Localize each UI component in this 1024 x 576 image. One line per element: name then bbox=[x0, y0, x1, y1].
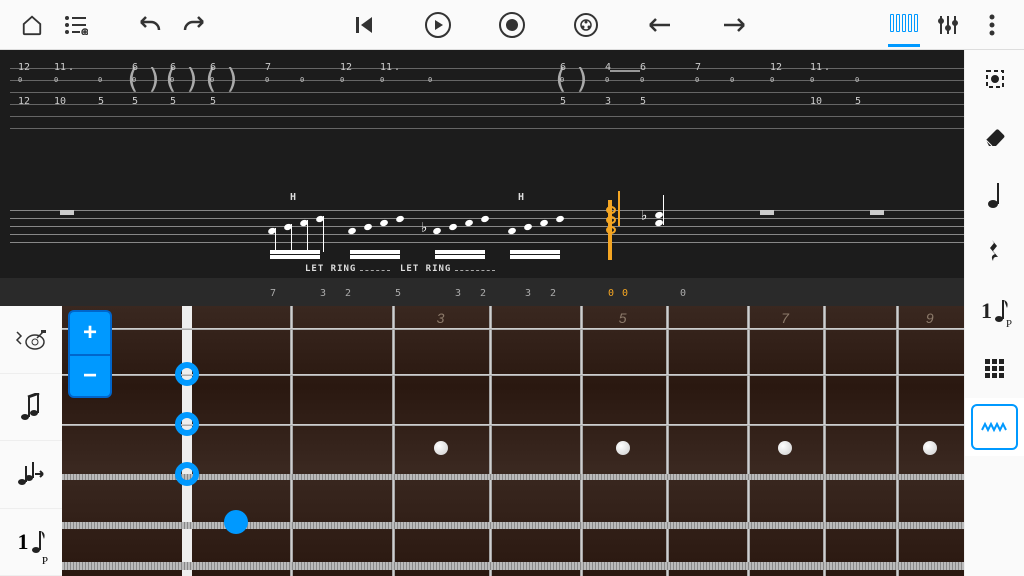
hammer-on-mark: H bbox=[290, 192, 296, 203]
fretboard-panel: + − 1 P 3579 bbox=[0, 306, 964, 576]
duration-1p-tool[interactable]: 1 P bbox=[965, 282, 1024, 340]
zoom-out-button[interactable]: − bbox=[68, 354, 112, 398]
fretboard-tools: + − 1 P bbox=[0, 306, 62, 576]
mixer-button[interactable] bbox=[926, 3, 970, 47]
nav-left-button[interactable] bbox=[638, 3, 682, 47]
nav-right-button[interactable] bbox=[712, 3, 756, 47]
tracks-button[interactable] bbox=[54, 3, 98, 47]
right-rail: 1 P bbox=[964, 50, 1024, 576]
eraser-icon bbox=[982, 126, 1008, 148]
prev-button[interactable] bbox=[342, 3, 386, 47]
wave-icon bbox=[981, 420, 1009, 434]
strum-icon bbox=[17, 460, 45, 488]
whole-rest bbox=[60, 210, 74, 215]
selection-tool[interactable] bbox=[965, 50, 1024, 108]
grid-icon bbox=[984, 358, 1006, 380]
undo-button[interactable] bbox=[128, 3, 172, 47]
piano-view-button[interactable] bbox=[882, 3, 926, 47]
top-toolbar bbox=[0, 0, 1024, 50]
note-icon bbox=[987, 181, 1003, 209]
score-panel[interactable]: 1201211.01005()605()605()60570012011.00(… bbox=[0, 50, 964, 306]
let-ring-label: LET RING bbox=[305, 264, 356, 274]
let-ring-label: LET RING bbox=[400, 264, 451, 274]
play-button[interactable] bbox=[416, 3, 460, 47]
whole-rest bbox=[870, 210, 884, 215]
note-tool[interactable] bbox=[965, 166, 1024, 224]
guitar-icon bbox=[15, 326, 47, 352]
chord-tool[interactable] bbox=[0, 374, 62, 442]
fretboard[interactable]: 3579 bbox=[62, 306, 964, 576]
piano-icon bbox=[889, 14, 919, 32]
guitar-tool[interactable]: + − bbox=[0, 306, 62, 374]
zoom-controls: + − bbox=[68, 310, 112, 398]
eraser-tool[interactable] bbox=[965, 108, 1024, 166]
tremolo-tool[interactable] bbox=[965, 398, 1024, 456]
hammer-on-mark: H bbox=[518, 192, 524, 203]
grid-tool[interactable] bbox=[965, 340, 1024, 398]
chord-highlight bbox=[606, 206, 616, 234]
menu-button[interactable] bbox=[970, 3, 1014, 47]
zoom-in-button[interactable]: + bbox=[68, 310, 112, 354]
strum-tool[interactable] bbox=[0, 441, 62, 509]
target-icon bbox=[983, 67, 1007, 91]
metronome-button[interactable] bbox=[564, 3, 608, 47]
whole-rest bbox=[760, 210, 774, 215]
home-button[interactable] bbox=[10, 3, 54, 47]
record-button[interactable] bbox=[490, 3, 534, 47]
duration-tool[interactable]: 1 P bbox=[0, 509, 62, 576]
rest-tool[interactable] bbox=[965, 224, 1024, 282]
chord-icon bbox=[20, 393, 42, 421]
nut bbox=[182, 306, 192, 576]
redo-button[interactable] bbox=[172, 3, 216, 47]
rest-icon bbox=[987, 238, 1003, 268]
